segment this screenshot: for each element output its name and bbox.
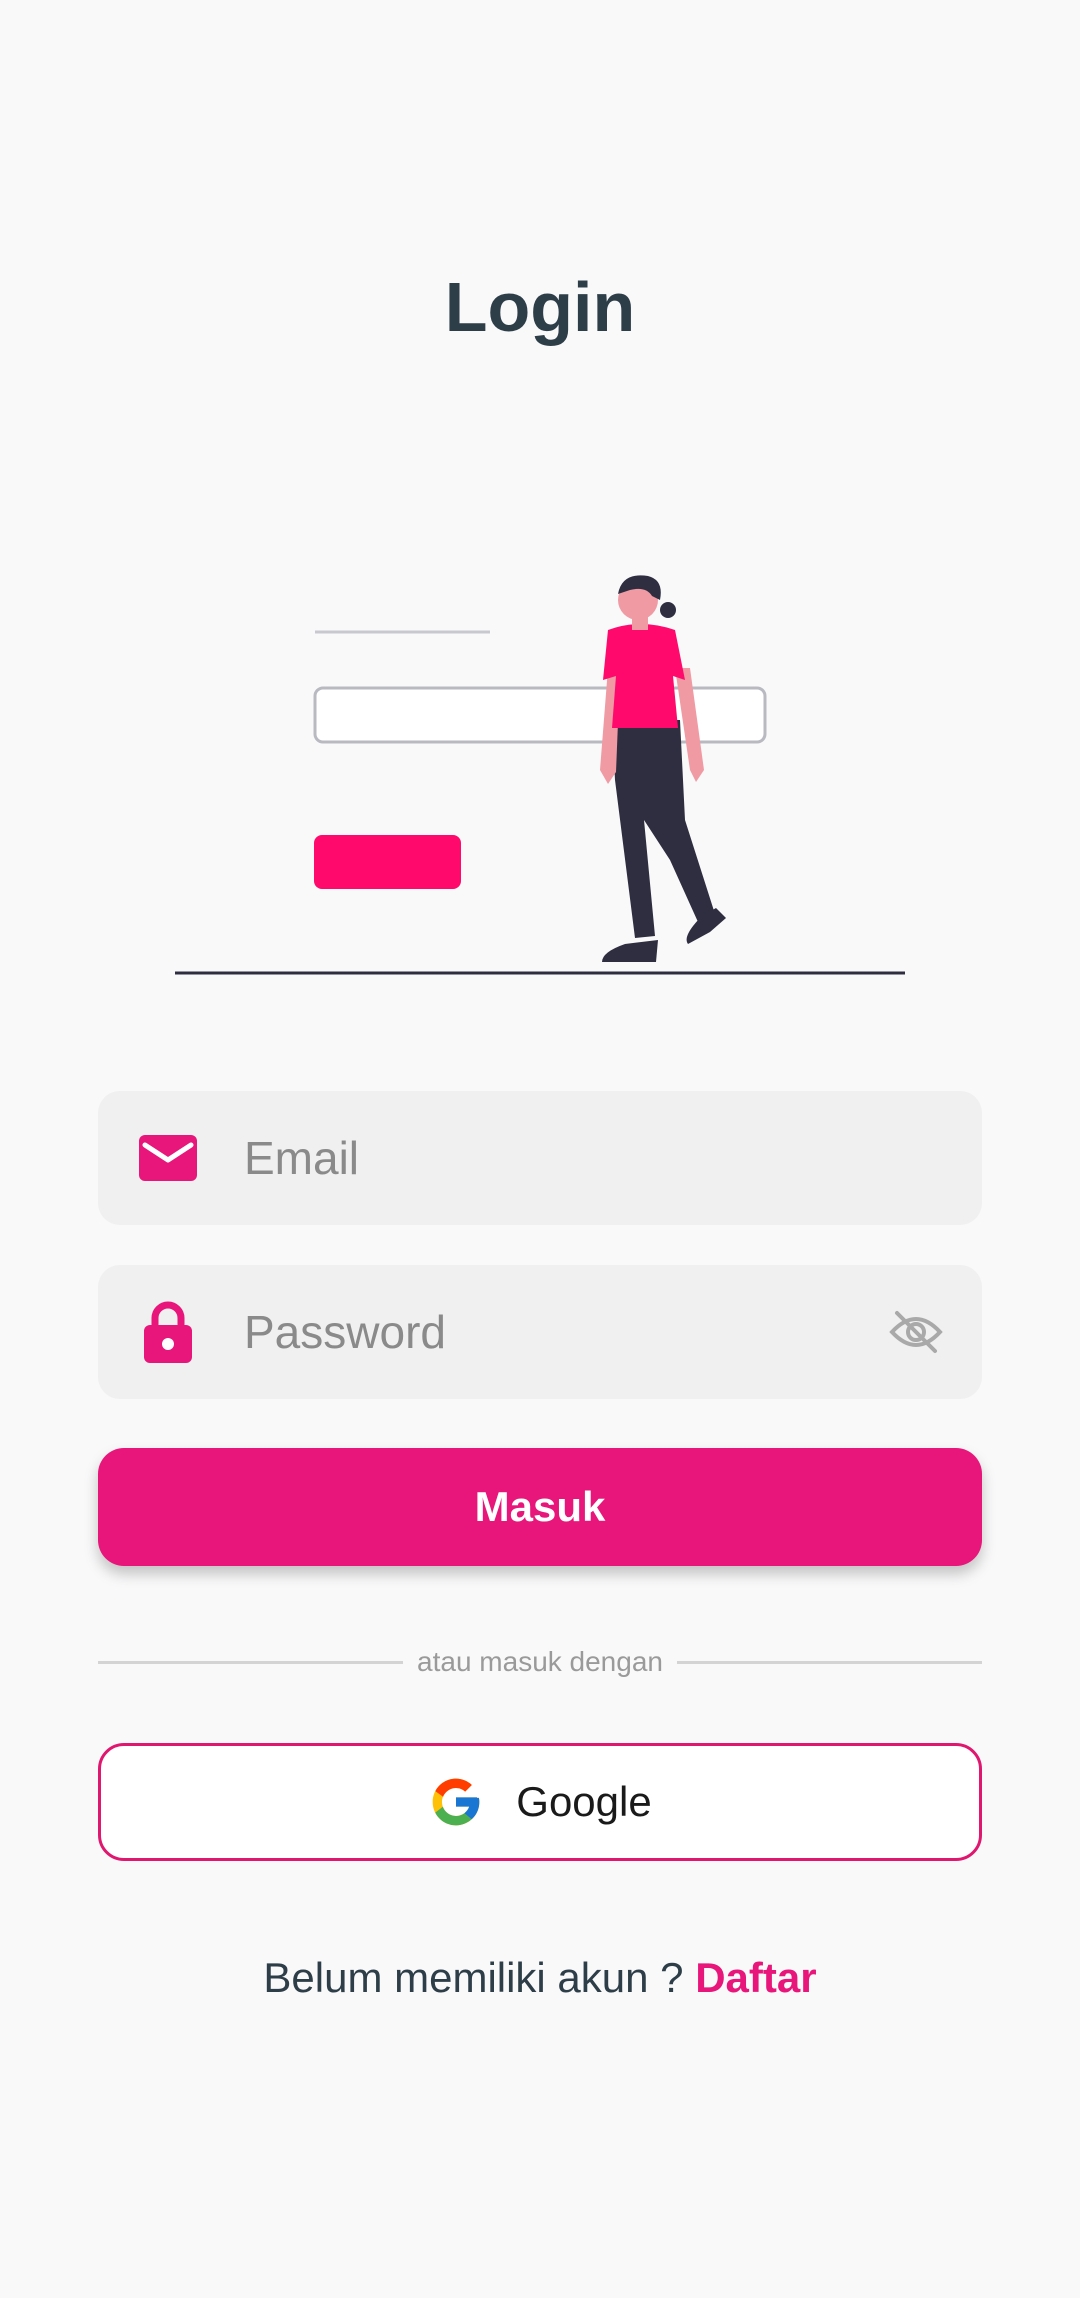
signup-link[interactable]: Daftar	[695, 1954, 816, 2001]
envelope-icon	[138, 1128, 198, 1188]
password-field[interactable]	[98, 1265, 982, 1399]
login-illustration	[175, 575, 905, 975]
social-login-divider: atau masuk dengan	[98, 1640, 982, 1684]
email-field[interactable]	[98, 1091, 982, 1225]
signup-prompt-row: Belum memiliki akun ? Daftar	[0, 1948, 1080, 2008]
page-title: Login	[444, 268, 636, 346]
google-login-button[interactable]: Google	[98, 1743, 982, 1861]
google-icon	[432, 1778, 480, 1826]
divider-label: atau masuk dengan	[417, 1646, 663, 1677]
login-button[interactable]: Masuk	[98, 1448, 982, 1566]
person-figure	[600, 575, 726, 962]
eye-off-icon[interactable]	[888, 1304, 944, 1360]
google-button-label: Google	[516, 1778, 652, 1825]
divider-line	[98, 1660, 404, 1664]
email-input[interactable]	[244, 1091, 864, 1225]
login-screen: Login Email Masuk atau masuk dengan Goog…	[0, 0, 1080, 2298]
signup-prompt-text: Belum memiliki akun ?	[263, 1954, 684, 2001]
lock-icon	[138, 1301, 198, 1363]
password-input[interactable]	[244, 1265, 864, 1399]
illustration-button	[314, 835, 461, 889]
divider-line	[676, 1660, 982, 1664]
